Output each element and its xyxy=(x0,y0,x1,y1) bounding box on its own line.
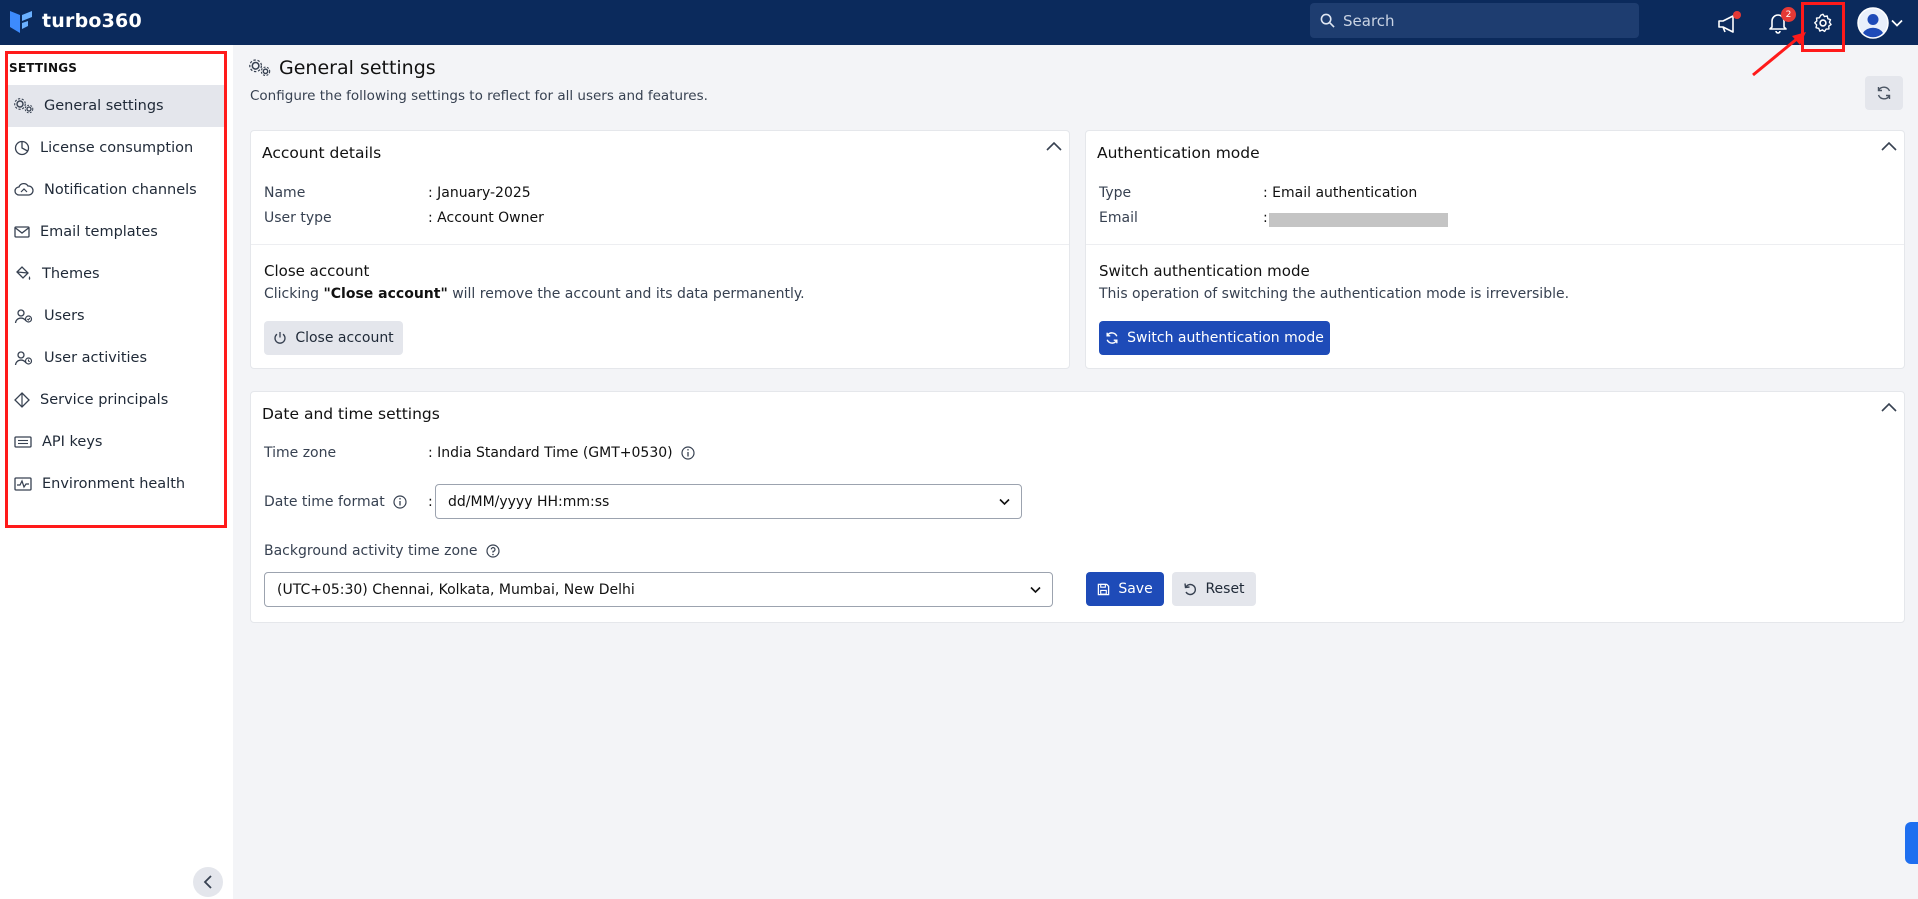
search-icon xyxy=(1320,13,1335,28)
name-value: : January-2025 xyxy=(428,185,531,201)
time-zone-label: Time zone xyxy=(264,445,337,461)
auth-type-label: Type xyxy=(1099,185,1132,201)
user-type-label: User type xyxy=(264,210,332,226)
sidebar-highlight-box xyxy=(5,51,227,528)
refresh-icon xyxy=(1877,86,1891,100)
refresh-button[interactable] xyxy=(1865,76,1903,110)
date-time-format-value: dd/MM/yyyy HH:mm:ss xyxy=(448,493,610,510)
save-button[interactable]: Save xyxy=(1086,572,1164,606)
undo-icon xyxy=(1184,583,1197,596)
background-activity-tz-value: (UTC+05:30) Chennai, Kolkata, Mumbai, Ne… xyxy=(277,581,635,598)
announcement-dot xyxy=(1733,11,1741,19)
redacted-email xyxy=(1269,213,1448,227)
switch-auth-mode-button[interactable]: Switch authentication mode xyxy=(1099,321,1330,355)
chevron-up-icon[interactable] xyxy=(1881,402,1897,412)
authentication-mode-card: Authentication mode Type : Email authent… xyxy=(1085,130,1905,369)
feedback-side-tab[interactable] xyxy=(1905,822,1918,864)
chevron-down-icon xyxy=(1891,19,1903,27)
switch-auth-description: This operation of switching the authenti… xyxy=(1099,286,1570,302)
user-type-value: : Account Owner xyxy=(428,210,544,226)
sync-icon xyxy=(1106,332,1118,344)
info-icon[interactable] xyxy=(680,446,695,460)
close-account-description: Clicking "Close account" will remove the… xyxy=(264,286,805,302)
date-time-settings-card: Date and time settings Time zone : India… xyxy=(250,391,1905,623)
chevron-left-icon xyxy=(203,875,212,889)
close-account-button-label: Close account xyxy=(295,330,394,346)
auth-email-label: Email xyxy=(1099,210,1138,226)
notification-count-badge: 2 xyxy=(1781,7,1796,22)
save-icon xyxy=(1098,583,1110,595)
page-title-text: General settings xyxy=(279,57,436,79)
authentication-mode-title: Authentication mode xyxy=(1097,144,1260,162)
reset-button-label: Reset xyxy=(1205,581,1245,597)
close-account-button[interactable]: Close account xyxy=(264,321,403,355)
auth-type-value: : Email authentication xyxy=(1263,185,1418,201)
chevron-up-icon[interactable] xyxy=(1881,141,1897,151)
app-logo[interactable]: turbo360 xyxy=(10,9,142,33)
page-subtitle: Configure the following settings to refl… xyxy=(250,88,708,104)
date-time-format-select[interactable]: dd/MM/yyyy HH:mm:ss xyxy=(435,484,1022,519)
page-title: General settings xyxy=(249,57,436,79)
red-arrow-annotation xyxy=(1752,32,1806,77)
collapse-sidebar-button[interactable] xyxy=(193,867,223,897)
background-activity-tz-label: Background activity time zone xyxy=(264,543,500,559)
settings-sidebar: SETTINGS General settings License consum… xyxy=(0,45,233,899)
top-bar: turbo360 2 xyxy=(0,0,1918,52)
search-input[interactable] xyxy=(1343,11,1623,30)
divider xyxy=(251,244,1069,245)
app-name: turbo360 xyxy=(42,10,142,32)
save-button-label: Save xyxy=(1118,581,1153,597)
account-details-card: Account details Name : January-2025 User… xyxy=(250,130,1070,369)
reset-button[interactable]: Reset xyxy=(1172,572,1256,606)
user-menu-button[interactable] xyxy=(1855,7,1905,39)
switch-auth-button-label: Switch authentication mode xyxy=(1127,330,1324,346)
search-box[interactable] xyxy=(1310,3,1639,38)
turbo360-logo-icon xyxy=(10,11,32,33)
close-account-title: Close account xyxy=(264,262,370,280)
account-details-title: Account details xyxy=(262,144,382,162)
avatar-icon xyxy=(1857,7,1889,39)
date-time-format-colon: : xyxy=(428,494,433,510)
auth-email-colon: : xyxy=(1263,210,1268,226)
help-icon[interactable] xyxy=(485,544,500,558)
date-time-settings-title: Date and time settings xyxy=(262,405,440,423)
chevron-up-icon[interactable] xyxy=(1046,141,1062,151)
name-label: Name xyxy=(264,185,306,201)
background-activity-tz-select[interactable]: (UTC+05:30) Chennai, Kolkata, Mumbai, Ne… xyxy=(264,572,1053,607)
general-settings-icon xyxy=(249,59,271,77)
divider xyxy=(1086,244,1904,245)
info-icon[interactable] xyxy=(393,495,407,509)
chevron-down-icon xyxy=(999,498,1010,506)
switch-auth-title: Switch authentication mode xyxy=(1099,262,1310,280)
announcements-button[interactable] xyxy=(1713,8,1743,38)
power-icon xyxy=(274,332,286,344)
date-time-format-label: Date time format xyxy=(264,494,407,510)
time-zone-value: : India Standard Time (GMT+0530) xyxy=(428,445,695,461)
chevron-down-icon xyxy=(1030,586,1041,594)
